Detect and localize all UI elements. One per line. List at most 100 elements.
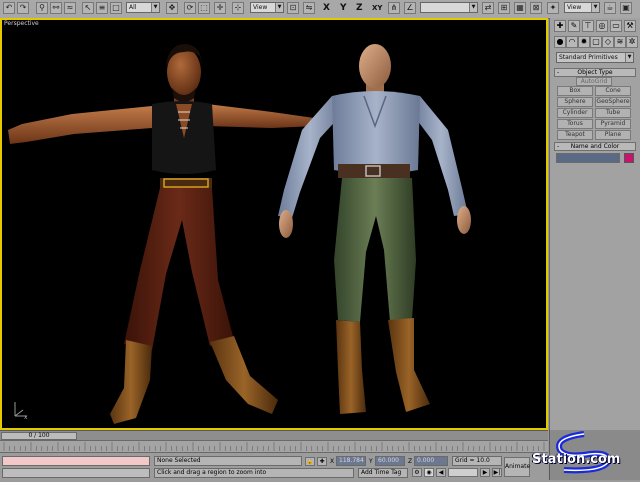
undo-icon[interactable]: ↶ <box>3 2 15 14</box>
display-tab-icon[interactable]: ▭ <box>610 20 622 32</box>
axis-x-button[interactable]: X <box>323 3 330 13</box>
selection-filter-dropdown[interactable]: All ▼ <box>126 2 160 13</box>
select-object-icon[interactable]: ↖ <box>82 2 94 14</box>
character-right[interactable] <box>278 44 471 414</box>
geometry-icon[interactable]: ● <box>554 36 566 48</box>
command-panel: ✚ ✎ ⊤ ◎ ▭ ⚒ ● ◠ ✹ ▢ ◇ ≋ ✲ Standard Primi… <box>549 18 640 430</box>
key-mode-icon[interactable]: ◉ <box>424 468 434 477</box>
reference-coordinate-dropdown[interactable]: View ▼ <box>250 2 284 13</box>
object-type-rollout[interactable]: - Object Type <box>554 68 636 77</box>
y-label: Y <box>369 458 373 465</box>
named-selection-sets-dropdown[interactable]: ▼ <box>420 2 478 13</box>
play-icon[interactable]: ▶ <box>480 468 490 477</box>
z-coordinate-field[interactable]: 0.000 <box>414 456 448 466</box>
link-icon[interactable]: ⚲ <box>36 2 48 14</box>
maxscript-output-field <box>2 468 150 478</box>
systems-icon[interactable]: ✲ <box>626 36 638 48</box>
z-label: Z <box>408 458 413 465</box>
absolute-mode-icon[interactable]: ✚ <box>317 457 327 466</box>
object-type-title: Object Type <box>577 69 613 76</box>
plane-button[interactable]: Plane <box>595 130 631 140</box>
autogrid-checkbox[interactable]: AutoGrid <box>576 77 612 86</box>
material-editor-icon[interactable]: ✦ <box>547 2 559 14</box>
use-pivot-icon[interactable]: ⊹ <box>232 2 244 14</box>
lights-icon[interactable]: ✹ <box>578 36 590 48</box>
geosphere-button[interactable]: GeoSphere <box>595 97 631 107</box>
add-time-tag-button[interactable]: Add Time Tag <box>358 468 408 478</box>
mirror-tool-icon[interactable]: ⇄ <box>482 2 494 14</box>
unlink-icon[interactable]: ⚯ <box>50 2 62 14</box>
sphere-button[interactable]: Sphere <box>557 97 593 107</box>
pivot-center-icon[interactable]: ⊡ <box>287 2 299 14</box>
next-frame-icon[interactable]: ▶| <box>492 468 502 477</box>
chevron-down-icon: ▼ <box>275 3 283 12</box>
chevron-down-icon: ▼ <box>591 3 599 12</box>
scene-render <box>8 44 471 424</box>
svg-text:x: x <box>24 414 28 420</box>
space-warps-icon[interactable]: ≋ <box>614 36 626 48</box>
axis-tripod-icon: x <box>14 402 28 420</box>
box-button[interactable]: Box <box>557 86 593 96</box>
prev-frame-icon[interactable]: ◀ <box>436 468 446 477</box>
select-and-scale-icon[interactable]: ⬚ <box>198 2 210 14</box>
selection-status: None Selected <box>154 456 302 466</box>
region-select-icon[interactable]: □ <box>110 2 122 14</box>
select-and-rotate-icon[interactable]: ⟳ <box>184 2 196 14</box>
redo-icon[interactable]: ↷ <box>17 2 29 14</box>
motion-tab-icon[interactable]: ◎ <box>596 20 608 32</box>
main-toolbar: ↶ ↷ ⚲ ⚯ ≈ ↖ ≡ □ All ▼ ✥ ⟳ ⬚ ✛ ⊹ View ▼ ⊡… <box>0 0 640 19</box>
axis-z-button[interactable]: Z <box>356 3 363 13</box>
helpers-icon[interactable]: ◇ <box>602 36 614 48</box>
render-type-dropdown[interactable]: View ▼ <box>564 2 600 13</box>
cone-button[interactable]: Cone <box>595 86 631 96</box>
collapse-icon: - <box>557 69 560 76</box>
perspective-viewport[interactable]: Perspective x <box>0 18 548 430</box>
hierarchy-tab-icon[interactable]: ⊤ <box>582 20 594 32</box>
chevron-down-icon: ▼ <box>625 53 633 62</box>
pyramid-button[interactable]: Pyramid <box>595 119 631 129</box>
quick-render-icon[interactable]: ☕ <box>604 2 616 14</box>
mirror-icon[interactable]: ⇋ <box>303 2 315 14</box>
teapot-button[interactable]: Teapot <box>557 130 593 140</box>
schematic-view-icon[interactable]: ⊠ <box>530 2 542 14</box>
bind-space-warp-icon[interactable]: ≈ <box>64 2 76 14</box>
category-value: Standard Primitives <box>559 54 618 61</box>
align-icon[interactable]: ⊞ <box>498 2 510 14</box>
track-view-icon[interactable]: ▦ <box>514 2 526 14</box>
angle-snap-icon[interactable]: ∠ <box>404 2 416 14</box>
tube-button[interactable]: Tube <box>595 108 631 118</box>
status-bar: None Selected Click and drag a region to… <box>0 452 548 481</box>
grid-size-display: Grid = 10.0 <box>452 456 502 466</box>
maxscript-listener-field[interactable] <box>2 456 150 466</box>
create-tab-icon[interactable]: ✚ <box>554 20 566 32</box>
time-slider-thumb[interactable]: 0 / 100 <box>1 432 77 440</box>
y-coordinate-field[interactable]: 60.000 <box>375 456 405 466</box>
object-color-swatch[interactable] <box>624 153 634 163</box>
selection-filter-value: All <box>129 4 137 11</box>
chevron-down-icon: ▼ <box>469 3 477 12</box>
current-frame-field[interactable] <box>448 468 478 477</box>
render-scene-icon[interactable]: ▣ <box>620 2 632 14</box>
x-coordinate-field[interactable]: 118.784 <box>336 456 366 466</box>
character-left[interactable] <box>8 44 316 424</box>
name-color-rollout[interactable]: - Name and Color <box>554 142 636 151</box>
animate-button[interactable]: Animate <box>504 457 530 477</box>
object-name-field[interactable] <box>556 153 620 163</box>
category-dropdown[interactable]: Standard Primitives ▼ <box>556 52 634 63</box>
select-and-move-icon[interactable]: ✥ <box>166 2 178 14</box>
prompt-line: Click and drag a region to zoom into <box>154 468 354 478</box>
cylinder-button[interactable]: Cylinder <box>557 108 593 118</box>
select-by-name-icon[interactable]: ≡ <box>96 2 108 14</box>
axis-y-button[interactable]: Y <box>340 3 347 13</box>
torus-button[interactable]: Torus <box>557 119 593 129</box>
snap-toggle-icon[interactable]: ⋔ <box>388 2 400 14</box>
utilities-tab-icon[interactable]: ⚒ <box>624 20 636 32</box>
time-config-icon[interactable]: ⚙ <box>412 468 422 477</box>
cameras-icon[interactable]: ▢ <box>590 36 602 48</box>
shapes-icon[interactable]: ◠ <box>566 36 578 48</box>
select-manipulate-icon[interactable]: ✛ <box>214 2 226 14</box>
modify-tab-icon[interactable]: ✎ <box>568 20 580 32</box>
lock-selection-icon[interactable]: 🔒 <box>305 457 315 466</box>
name-color-title: Name and Color <box>570 143 620 150</box>
axis-xy-button[interactable]: XY <box>372 4 382 12</box>
